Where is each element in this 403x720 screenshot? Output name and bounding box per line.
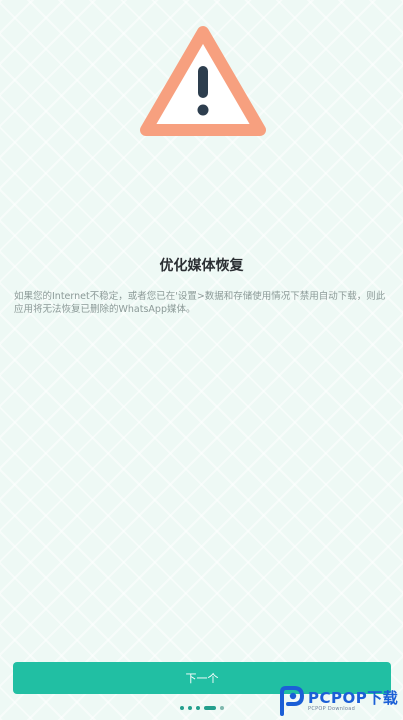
watermark: PCPOP下载 PCPOP Download [278, 683, 402, 719]
page-dot [180, 706, 184, 710]
page-dot [196, 706, 200, 710]
page-indicator [180, 705, 224, 711]
pcpop-logo-icon [280, 686, 304, 716]
watermark-sub: PCPOP Download [308, 705, 356, 712]
page-dot-active [204, 706, 216, 710]
page-dot [188, 706, 192, 710]
page-title: 优化媒体恢复 [159, 258, 244, 274]
description-text: 如果您的Internet不稳定，或者您已在'设置>数据和存储使用情况下禁用自动下… [14, 291, 386, 315]
warning-wrap [138, 24, 268, 140]
warning-triangle-icon [140, 26, 266, 136]
page-dot [220, 706, 224, 710]
watermark-brand: PCPOP下载 [308, 688, 399, 707]
